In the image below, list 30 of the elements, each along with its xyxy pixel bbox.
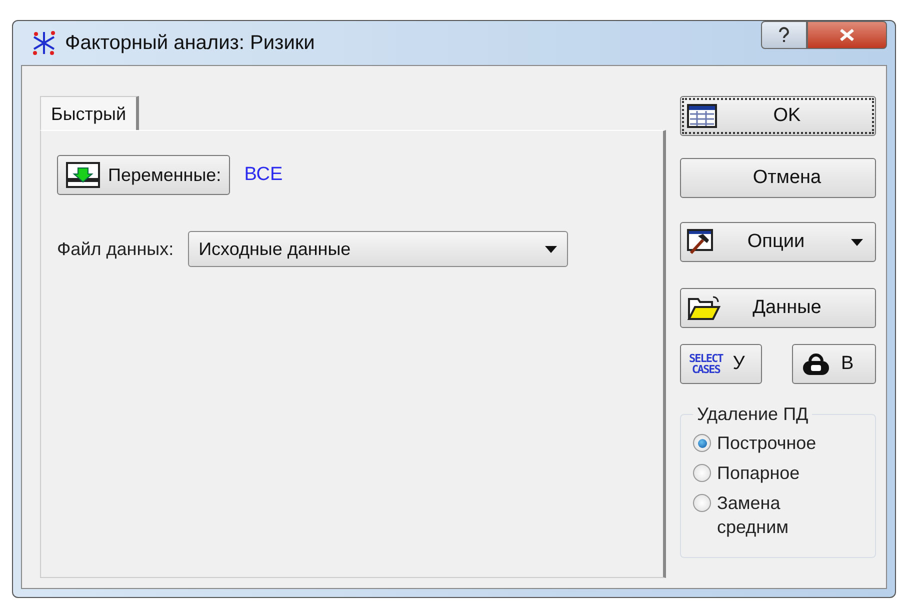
- table-icon: [687, 104, 717, 128]
- data-file-dropdown[interactable]: Исходные данные: [188, 231, 568, 267]
- variables-button[interactable]: Переменные:: [57, 155, 230, 195]
- dropdown-arrow-icon: [544, 246, 557, 252]
- variables-value: ВСЕ: [244, 164, 283, 186]
- close-icon: [840, 29, 854, 41]
- close-button[interactable]: [807, 21, 887, 49]
- dropdown-arrow-icon: [851, 239, 863, 246]
- window-title: Факторный анализ: Ризики: [65, 32, 315, 54]
- data-file-label: Файл данных:: [57, 238, 174, 260]
- help-button[interactable]: [761, 21, 807, 49]
- radio-button[interactable]: [693, 494, 711, 512]
- radio-label: Замена средним: [717, 492, 790, 539]
- radio-label: Попарное: [717, 462, 801, 485]
- data-button[interactable]: Данные: [680, 288, 876, 328]
- radio-button[interactable]: [693, 434, 711, 452]
- help-icon: [778, 27, 790, 43]
- cancel-button[interactable]: Отмена: [680, 158, 876, 198]
- select-cases-icon: SELECT CASES: [689, 353, 723, 375]
- options-button[interactable]: Опции: [680, 222, 876, 262]
- hammer-icon: [687, 229, 715, 255]
- radio-button[interactable]: [693, 464, 711, 482]
- app-icon: [31, 30, 57, 56]
- folder-icon: [687, 295, 721, 321]
- ok-button[interactable]: OK: [680, 96, 876, 136]
- radio-label: Построчное: [717, 432, 818, 455]
- variables-icon: [66, 162, 100, 188]
- weight-button[interactable]: В: [792, 344, 876, 384]
- tab[interactable]: Быстрый: [40, 96, 139, 130]
- group-title: Удаление ПД: [696, 404, 810, 425]
